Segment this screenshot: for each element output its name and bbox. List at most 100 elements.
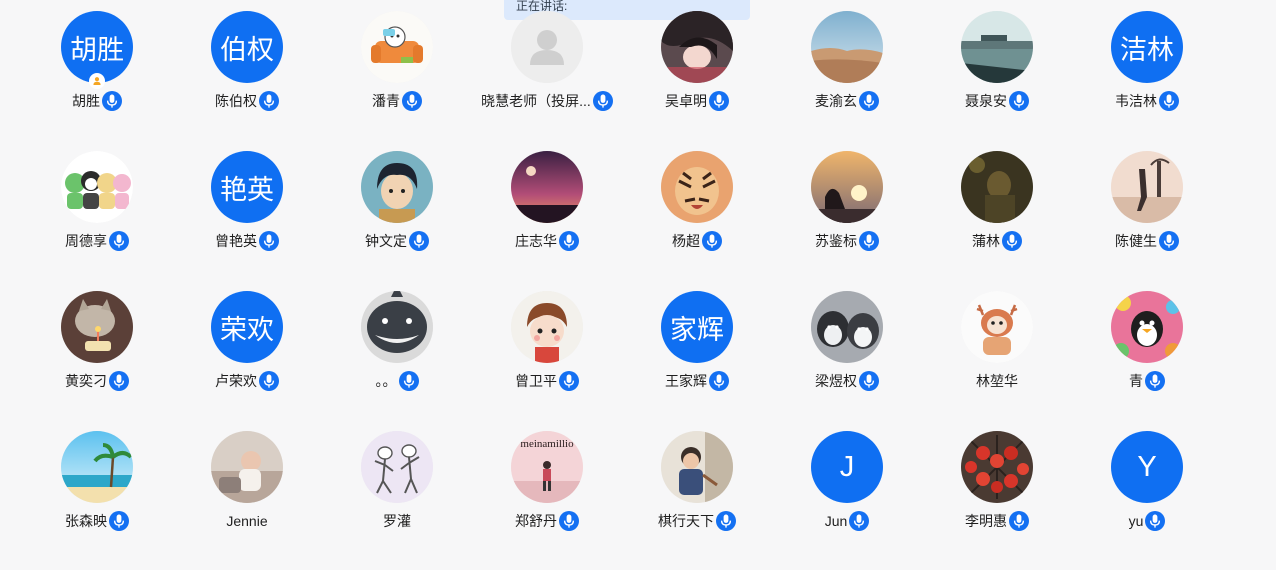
participant-tile[interactable]: 青 xyxy=(1072,290,1222,430)
microphone-icon[interactable] xyxy=(1009,91,1029,111)
participant-name-row: 。。 xyxy=(322,370,472,392)
participant-tile[interactable]: 麦渝玄 xyxy=(772,10,922,150)
participant-avatar[interactable]: 洁林 xyxy=(1111,11,1183,83)
participant-name-row: 张森映 xyxy=(22,510,172,532)
beach-person-avatar-icon[interactable] xyxy=(1111,151,1183,223)
participant-tile[interactable]: 蒲林 xyxy=(922,150,1072,290)
microphone-icon[interactable] xyxy=(398,371,419,391)
dark-photo-avatar-icon[interactable] xyxy=(961,151,1033,223)
participant-tile[interactable]: 苏鉴标 xyxy=(772,150,922,290)
deer-costume-avatar-icon[interactable] xyxy=(961,291,1033,363)
participant-avatar[interactable]: 伯权 xyxy=(211,11,283,83)
cartoon-animals-avatar-icon[interactable] xyxy=(61,151,133,223)
microphone-icon[interactable] xyxy=(559,231,579,251)
microphone-icon[interactable] xyxy=(1002,231,1022,251)
beach-island-avatar-icon[interactable] xyxy=(61,431,133,503)
cat-birthday-avatar-icon[interactable] xyxy=(61,291,133,363)
participant-name: 庄志华 xyxy=(515,233,557,249)
participant-tile[interactable]: 聂泉安 xyxy=(922,10,1072,150)
participant-avatar[interactable]: J xyxy=(811,431,883,503)
participant-tile[interactable]: 潘青 xyxy=(322,10,472,150)
anime-girl-avatar-icon[interactable] xyxy=(661,11,733,83)
microphone-icon[interactable] xyxy=(1145,511,1166,531)
microphone-icon[interactable] xyxy=(559,371,579,391)
participant-avatar[interactable]: Y xyxy=(1111,431,1183,503)
participant-tile[interactable]: 周德享 xyxy=(22,150,172,290)
microphone-icon[interactable] xyxy=(102,91,122,111)
participant-tile[interactable]: 荣欢 卢荣欢 xyxy=(172,290,322,430)
sunset-person-avatar-icon[interactable] xyxy=(811,151,883,223)
participant-tile[interactable]: 家辉 王家辉 xyxy=(622,290,772,430)
tiger-avatar-icon[interactable] xyxy=(661,151,733,223)
participant-tile[interactable]: 曾卫平 xyxy=(472,290,622,430)
participant-tile[interactable]: Yyu xyxy=(1072,430,1222,570)
participant-tile[interactable]: 艳英 曾艳英 xyxy=(172,150,322,290)
microphone-icon[interactable] xyxy=(259,371,279,391)
participant-avatar[interactable]: 胡胜 xyxy=(61,11,133,83)
penguin-colorful-avatar-icon[interactable] xyxy=(1111,291,1183,363)
participant-tile[interactable]: 晓慧老师（投屏... xyxy=(472,10,622,150)
participant-avatar[interactable]: 荣欢 xyxy=(211,291,283,363)
microphone-icon[interactable] xyxy=(259,91,279,111)
microphone-icon[interactable] xyxy=(1159,91,1179,111)
participant-tile[interactable]: 洁林 韦洁林 xyxy=(1072,10,1222,150)
husky-dogs-avatar-icon[interactable] xyxy=(811,291,883,363)
microphone-icon[interactable] xyxy=(559,511,579,531)
participant-tile[interactable]: 李明惠 xyxy=(922,430,1072,570)
microphone-icon[interactable] xyxy=(716,511,736,531)
harbor-landscape-avatar-icon[interactable] xyxy=(961,11,1033,83)
participant-tile[interactable]: 林堃华 xyxy=(922,290,1072,430)
participant-name: 聂泉安 xyxy=(965,93,1007,109)
participant-tile[interactable]: 。。 xyxy=(322,290,472,430)
participant-avatar[interactable]: 家辉 xyxy=(661,291,733,363)
participant-tile[interactable]: 钟文定 xyxy=(322,150,472,290)
participant-tile[interactable]: meinamillio 郑舒丹 xyxy=(472,430,622,570)
microphone-icon[interactable] xyxy=(109,371,129,391)
microphone-icon[interactable] xyxy=(1159,231,1179,251)
microphone-icon[interactable] xyxy=(259,231,279,251)
participant-tile[interactable]: Jennie xyxy=(172,430,322,570)
participant-tile[interactable]: 棋行天下 xyxy=(622,430,772,570)
participant-tile[interactable]: 胡胜 胡胜 xyxy=(22,10,172,150)
participant-tile[interactable]: 张森映 xyxy=(22,430,172,570)
microphone-icon[interactable] xyxy=(859,231,879,251)
girl-pink-wall-avatar-icon[interactable]: meinamillio xyxy=(511,431,583,503)
microphone-icon[interactable] xyxy=(109,511,129,531)
participant-tile[interactable]: 黄奕刁 xyxy=(22,290,172,430)
microphone-icon[interactable] xyxy=(109,231,129,251)
cartoon-child-avatar-icon[interactable] xyxy=(511,291,583,363)
participant-name-row: 曾艳英 xyxy=(172,230,322,252)
participant-avatar[interactable]: 艳英 xyxy=(211,151,283,223)
participant-tile[interactable]: 吴卓明 xyxy=(622,10,772,150)
microphone-icon[interactable] xyxy=(1145,371,1165,391)
participant-tile[interactable]: 罗灌 xyxy=(322,430,472,570)
baby-photo-avatar-icon[interactable] xyxy=(211,431,283,503)
anime-boy-avatar-icon[interactable] xyxy=(361,151,433,223)
red-berries-avatar-icon[interactable] xyxy=(961,431,1033,503)
kid-photo-avatar-icon[interactable] xyxy=(661,431,733,503)
participant-tile[interactable]: 陈健生 xyxy=(1072,150,1222,290)
microphone-icon[interactable] xyxy=(1009,511,1029,531)
participant-tile[interactable]: 庄志华 xyxy=(472,150,622,290)
dancing-bears-avatar-icon[interactable] xyxy=(361,431,433,503)
participant-tile[interactable]: 梁煜权 xyxy=(772,290,922,430)
microphone-icon[interactable] xyxy=(859,91,879,111)
default-user-avatar-icon[interactable] xyxy=(511,11,583,83)
microphone-icon[interactable] xyxy=(402,91,422,111)
microphone-icon[interactable] xyxy=(859,371,879,391)
participant-name-row: 晓慧老师（投屏... xyxy=(472,90,622,112)
participant-tile[interactable]: J Jun xyxy=(772,430,922,570)
cartoon-sofa-avatar-icon[interactable] xyxy=(361,11,433,83)
participant-tile[interactable]: 杨超 xyxy=(622,150,772,290)
microphone-icon[interactable] xyxy=(702,231,722,251)
sunset-sky-avatar-icon[interactable] xyxy=(511,151,583,223)
desert-landscape-avatar-icon[interactable] xyxy=(811,11,883,83)
shark-avatar-icon[interactable] xyxy=(361,291,433,363)
microphone-icon[interactable] xyxy=(709,91,729,111)
microphone-icon[interactable] xyxy=(709,371,729,391)
microphone-icon[interactable] xyxy=(849,511,870,531)
microphone-icon[interactable] xyxy=(409,231,429,251)
participant-name: 黄奕刁 xyxy=(65,373,107,389)
participant-tile[interactable]: 伯权 陈伯权 xyxy=(172,10,322,150)
microphone-icon[interactable] xyxy=(592,91,613,111)
